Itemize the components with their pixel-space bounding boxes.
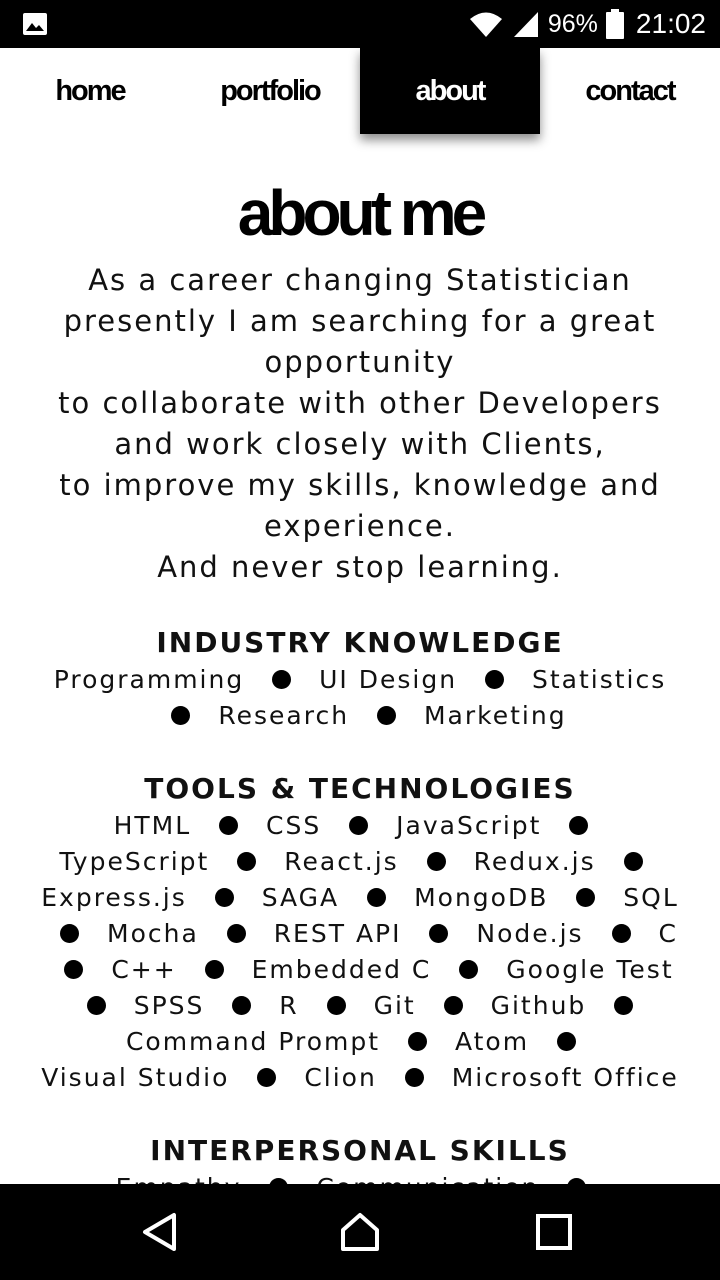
- page-title: about me: [237, 177, 487, 249]
- battery-percent: 96%: [547, 9, 598, 38]
- skill-item: Research: [218, 701, 350, 730]
- skill-item: Empathy: [116, 1173, 242, 1184]
- skill-item: Marketing: [423, 701, 567, 730]
- skill-item: UI Design: [319, 665, 458, 694]
- skill-item: C++: [111, 955, 177, 984]
- wifi-icon: [469, 12, 502, 37]
- skill-item: Github: [490, 991, 587, 1020]
- back-icon[interactable]: [140, 1212, 180, 1252]
- system-navigation-bar: [0, 1184, 720, 1280]
- skill-item: REST API: [273, 919, 402, 948]
- intro-line: As a career changing Statistician: [88, 263, 632, 297]
- skill-item: SQL: [623, 883, 679, 912]
- nav-about-link[interactable]: about: [360, 48, 540, 134]
- skill-item: Programming: [53, 665, 245, 694]
- bullet-separator: [214, 887, 234, 907]
- bullet-separator: [557, 1031, 577, 1051]
- bullet-separator: [367, 887, 387, 907]
- skill-list: HTML CSS JavaScript TypeScript React.js …: [40, 808, 680, 1096]
- bullet-separator: [404, 1067, 424, 1087]
- bullet-separator: [204, 959, 224, 979]
- skill-list: Empathy Communication Teamwork: [40, 1170, 680, 1184]
- clock: 21:02: [635, 8, 706, 39]
- skill-item: Mocha: [107, 919, 199, 948]
- nav-portfolio-link[interactable]: portfolio: [180, 48, 360, 134]
- skill-item: Statistics: [531, 665, 667, 694]
- bullet-separator: [60, 923, 80, 943]
- bullet-separator: [171, 705, 191, 725]
- bullet-separator: [64, 959, 84, 979]
- bullet-separator: [226, 923, 246, 943]
- skill-item: R: [279, 991, 299, 1020]
- bullet-separator: [569, 815, 589, 835]
- skill-item: React.js: [284, 847, 399, 876]
- tools-technologies-section: TOOLS & TECHNOLOGIES HTML CSS JavaScript…: [0, 770, 720, 1096]
- interpersonal-skills-section: INTERPERSONAL SKILLS Empathy Communicati…: [0, 1132, 720, 1184]
- skill-item: TypeScript: [59, 847, 210, 876]
- skill-list: Programming UI Design Statistics Researc…: [40, 662, 680, 734]
- bullet-separator: [232, 995, 252, 1015]
- status-bar: 96% 21:02: [0, 0, 720, 48]
- skill-item: SAGA: [261, 883, 340, 912]
- skill-item: Node.js: [476, 919, 584, 948]
- bullet-separator: [272, 669, 292, 689]
- bullet-separator: [237, 851, 257, 871]
- section-heading: TOOLS & TECHNOLOGIES: [144, 772, 576, 805]
- top-navigation: home portfolio about contact: [0, 48, 720, 134]
- recents-icon[interactable]: [534, 1212, 574, 1252]
- bullet-separator: [408, 1031, 428, 1051]
- skill-item: Atom: [454, 1027, 530, 1056]
- bullet-separator: [86, 995, 106, 1015]
- about-content: about me As a career changing Statistici…: [0, 134, 720, 1184]
- bullet-separator: [426, 851, 446, 871]
- intro-line: to collaborate with other Developers and…: [58, 386, 662, 461]
- nav-contact-link[interactable]: contact: [540, 48, 720, 134]
- bullet-separator: [576, 887, 596, 907]
- skill-item: SPSS: [133, 991, 205, 1020]
- bullet-separator: [485, 669, 505, 689]
- bullet-separator: [326, 995, 346, 1015]
- skill-item: JavaScript: [396, 811, 542, 840]
- skill-item: Redux.js: [473, 847, 596, 876]
- skill-item: Visual Studio: [41, 1063, 230, 1092]
- skill-item: Git: [373, 991, 416, 1020]
- gallery-icon: [23, 13, 47, 35]
- section-heading: INTERPERSONAL SKILLS: [150, 1134, 570, 1167]
- section-heading: INDUSTRY KNOWLEDGE: [156, 626, 564, 659]
- skill-item: Clion: [304, 1063, 377, 1092]
- bullet-separator: [219, 815, 239, 835]
- bullet-separator: [257, 1067, 277, 1087]
- skill-item: Express.js: [41, 883, 187, 912]
- intro-line: And never stop learning.: [157, 550, 563, 584]
- skill-item: Microsoft Office: [451, 1063, 679, 1092]
- industry-knowledge-section: INDUSTRY KNOWLEDGE Programming UI Design…: [0, 624, 720, 734]
- skill-item: Google Test: [506, 955, 674, 984]
- bullet-separator: [459, 959, 479, 979]
- skill-item: CSS: [266, 811, 322, 840]
- intro-text: As a career changing Statistician presen…: [40, 260, 680, 588]
- skill-item: MongoDB: [414, 883, 549, 912]
- intro-line: presently I am searching for a great opp…: [63, 304, 657, 379]
- skill-item: Communication: [316, 1173, 539, 1184]
- home-icon[interactable]: [340, 1212, 380, 1252]
- bullet-separator: [443, 995, 463, 1015]
- bullet-separator: [429, 923, 449, 943]
- intro-line: to improve my skills, knowledge and expe…: [59, 468, 661, 543]
- signal-icon: [513, 12, 538, 37]
- skill-item: HTML: [113, 811, 192, 840]
- battery-icon: [605, 9, 624, 39]
- nav-home-link[interactable]: home: [0, 48, 180, 134]
- skill-item: C: [658, 919, 678, 948]
- bullet-separator: [611, 923, 631, 943]
- bullet-separator: [349, 815, 369, 835]
- skill-item: Command Prompt: [125, 1027, 381, 1056]
- bullet-separator: [614, 995, 634, 1015]
- skill-item: Embedded C: [251, 955, 432, 984]
- bullet-separator: [623, 851, 643, 871]
- bullet-separator: [377, 705, 397, 725]
